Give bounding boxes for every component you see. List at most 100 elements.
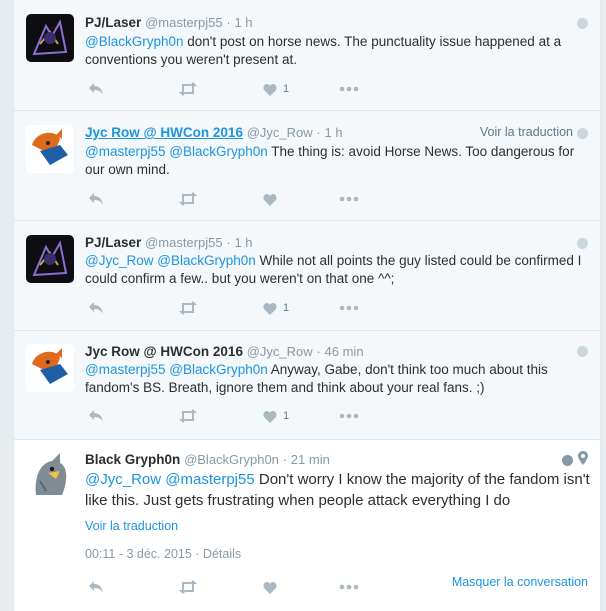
retweet-icon (179, 580, 197, 594)
reply-icon (89, 193, 103, 205)
retweet-button[interactable] (178, 299, 198, 317)
retweet-button[interactable] (178, 407, 198, 425)
more-button[interactable] (339, 80, 359, 98)
retweet-icon (179, 192, 197, 206)
tweet-text: @Jyc_Row @masterpj55 Don't worry I know … (85, 469, 590, 511)
more-button[interactable] (339, 578, 359, 596)
user-handle[interactable]: @masterpj55 (145, 235, 223, 250)
separator: · (226, 235, 231, 250)
like-button[interactable] (263, 190, 283, 208)
timestamp[interactable]: 1 h (234, 15, 252, 30)
more-button[interactable] (339, 299, 359, 317)
hide-conversation-link[interactable]: Masquer la conversation (452, 575, 588, 589)
tweet[interactable]: Black Gryph0n @BlackGryph0n · 21 min @Jy… (14, 440, 600, 611)
separator: · (316, 344, 321, 359)
mention-link[interactable]: @BlackGryph0n (85, 34, 184, 49)
globe-icon (577, 346, 588, 357)
tweet[interactable]: Jyc Row @ HWCon 2016 @Jyc_Row · 1 h Voir… (14, 111, 600, 221)
timestamp[interactable]: 46 min (325, 344, 364, 359)
mention-link[interactable]: @masterpj55 (85, 362, 166, 377)
reply-icon (89, 302, 103, 314)
retweet-button[interactable] (178, 190, 198, 208)
like-count: 1 (283, 83, 290, 95)
retweet-icon (179, 82, 197, 96)
tweet-text: @Jyc_Row @BlackGryph0n While not all poi… (85, 252, 590, 288)
globe-icon (577, 238, 588, 249)
like-button[interactable]: 1 (263, 80, 289, 98)
tweet-header: Black Gryph0n @BlackGryph0n · 21 min (85, 452, 330, 467)
avatar[interactable] (26, 235, 74, 283)
user-fullname[interactable]: PJ/Laser (85, 235, 141, 250)
more-icon (339, 413, 359, 419)
tweet-header: PJ/Laser @masterpj55 · 1 h (85, 235, 253, 250)
reply-button[interactable] (88, 299, 104, 317)
tweet[interactable]: Jyc Row @ HWCon 2016 @Jyc_Row · 46 min @… (14, 331, 600, 440)
user-handle[interactable]: @BlackGryph0n (184, 452, 279, 467)
mention-link[interactable]: @masterpj55 (165, 471, 254, 488)
location-pin-icon[interactable] (578, 451, 588, 465)
tweet-header: PJ/Laser @masterpj55 · 1 h (85, 15, 253, 30)
user-fullname[interactable]: Jyc Row @ HWCon 2016 (85, 344, 243, 359)
retweet-icon (179, 301, 197, 315)
like-button[interactable]: 1 (263, 407, 289, 425)
translate-link[interactable]: Voir la traduction (480, 125, 573, 139)
tweet-text: @masterpj55 @BlackGryph0n Anyway, Gabe, … (85, 361, 590, 397)
tweet[interactable]: PJ/Laser @masterpj55 · 1 h @Jyc_Row @Bla… (14, 221, 600, 331)
separator: · (282, 452, 288, 467)
mention-link[interactable]: @Jyc_Row (85, 471, 161, 488)
more-icon (339, 584, 359, 590)
retweet-icon (179, 409, 197, 423)
globe-icon (562, 455, 573, 466)
tweet-text: @masterpj55 @BlackGryph0n The thing is: … (85, 143, 590, 179)
reply-button[interactable] (88, 578, 104, 596)
reply-button[interactable] (88, 80, 104, 98)
mention-link[interactable]: @masterpj55 (85, 144, 166, 159)
globe-icon (577, 128, 588, 139)
reply-button[interactable] (88, 407, 104, 425)
like-button[interactable]: 1 (263, 299, 289, 317)
heart-icon (263, 83, 277, 96)
details-link[interactable]: · Détails (195, 547, 241, 561)
tweet-date[interactable]: 00:11 - 3 déc. 2015 (85, 547, 192, 561)
more-icon (339, 305, 359, 311)
mention-link[interactable]: @Jyc_Row (85, 253, 153, 268)
timestamp[interactable]: 1 h (234, 235, 252, 250)
user-handle[interactable]: @Jyc_Row (247, 125, 313, 140)
like-count: 1 (283, 410, 290, 422)
reply-icon (89, 83, 103, 95)
avatar[interactable] (26, 451, 74, 499)
heart-icon (263, 581, 277, 594)
avatar[interactable] (26, 125, 74, 173)
conversation-timeline: PJ/Laser @masterpj55 · 1 h @BlackGryph0n… (13, 0, 601, 611)
user-handle[interactable]: @masterpj55 (145, 15, 223, 30)
user-fullname[interactable]: Jyc Row @ HWCon 2016 (85, 125, 243, 140)
more-button[interactable] (339, 407, 359, 425)
tweet[interactable]: PJ/Laser @masterpj55 · 1 h @BlackGryph0n… (14, 0, 600, 111)
separator: · (226, 15, 231, 30)
heart-icon (263, 410, 277, 423)
avatar[interactable] (26, 344, 74, 392)
more-button[interactable] (339, 190, 359, 208)
mention-link[interactable]: @BlackGryph0n (169, 144, 268, 159)
tweet-body: Don't worry I know the majority of the f… (85, 471, 590, 509)
tweet-text: @BlackGryph0n don't post on horse news. … (85, 33, 590, 69)
user-fullname[interactable]: Black Gryph0n (85, 452, 180, 467)
tweet-header: Jyc Row @ HWCon 2016 @Jyc_Row · 46 min (85, 344, 364, 359)
translate-link[interactable]: Voir la traduction (85, 519, 178, 533)
like-count: 1 (283, 302, 290, 314)
more-icon (339, 86, 359, 92)
avatar[interactable] (26, 14, 74, 62)
mention-link[interactable]: @BlackGryph0n (157, 253, 256, 268)
reply-button[interactable] (88, 190, 104, 208)
timestamp[interactable]: 1 h (325, 125, 343, 140)
retweet-button[interactable] (178, 578, 198, 596)
tweet-header: Jyc Row @ HWCon 2016 @Jyc_Row · 1 h (85, 125, 343, 140)
user-handle[interactable]: @Jyc_Row (247, 344, 313, 359)
like-button[interactable] (263, 578, 277, 596)
mention-link[interactable]: @BlackGryph0n (169, 362, 268, 377)
user-fullname[interactable]: PJ/Laser (85, 15, 141, 30)
more-icon (339, 196, 359, 202)
globe-icon (577, 18, 588, 29)
retweet-button[interactable] (178, 80, 198, 98)
timestamp[interactable]: 21 min (291, 452, 330, 467)
